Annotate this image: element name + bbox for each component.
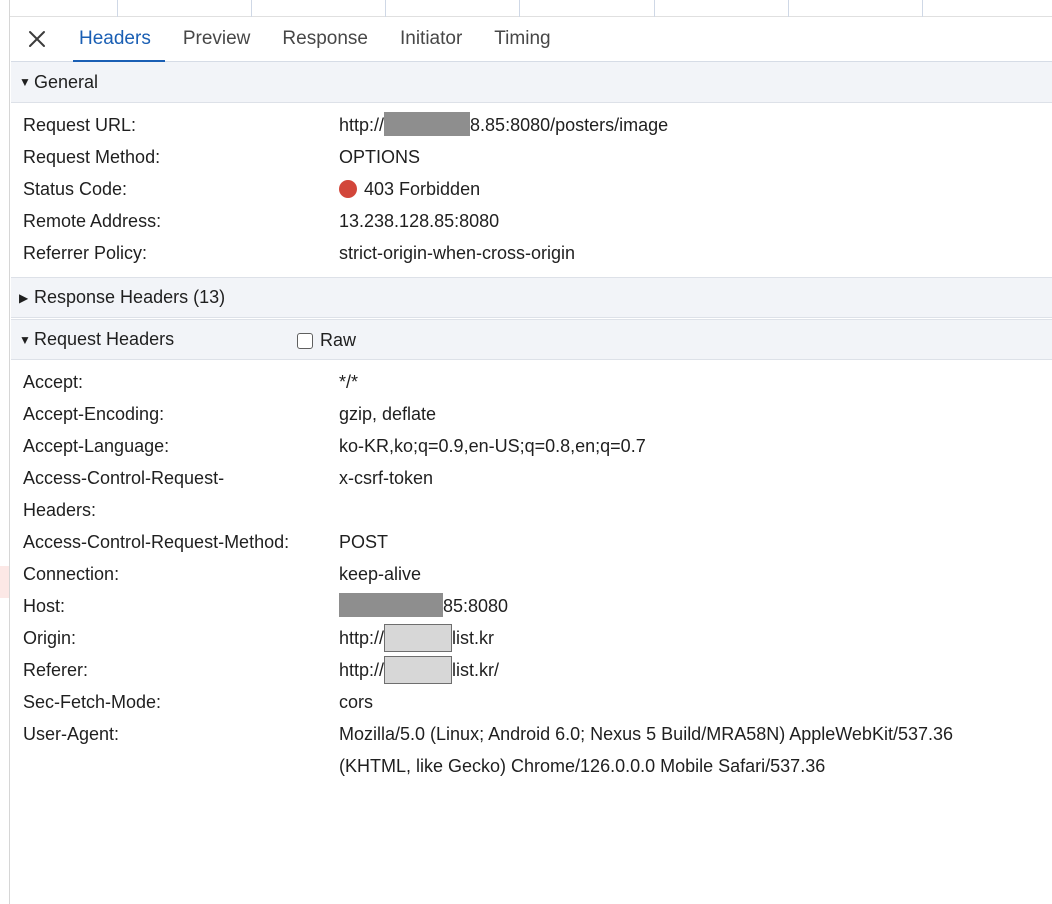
header-value: strict-origin-when-cross-origin xyxy=(339,243,576,263)
header-row-user-agent: User-Agent: Mozilla/5.0 (Linux; Android … xyxy=(11,718,1052,782)
header-key: User-Agent: xyxy=(23,724,120,744)
tab-response[interactable]: Response xyxy=(266,17,384,61)
header-key: Status Code: xyxy=(23,179,128,199)
section-title: Response Headers (13) xyxy=(34,287,226,307)
request-list-header xyxy=(10,0,1052,17)
tab-initiator[interactable]: Initiator xyxy=(384,17,478,61)
header-row-status-code: Status Code: 403 Forbidden xyxy=(11,173,1052,205)
header-value: keep-alive xyxy=(339,564,422,584)
column-divider xyxy=(385,0,386,17)
header-value: http:// list.kr/ xyxy=(339,654,959,686)
url-prefix: http:// xyxy=(339,660,385,680)
header-row-accept: Accept: */* xyxy=(11,366,1052,398)
header-key: Request URL: xyxy=(23,115,137,135)
left-gutter xyxy=(0,0,10,904)
header-value: ko-KR,ko;q=0.9,en-US;q=0.8,en;q=0.7 xyxy=(339,436,646,456)
header-row-acr-method: Access-Control-Request-Method: POST xyxy=(11,526,1052,558)
header-value: Mozilla/5.0 (Linux; Android 6.0; Nexus 5… xyxy=(339,724,954,776)
section-title: General xyxy=(34,71,99,92)
header-key: Referrer Policy: xyxy=(23,243,148,263)
header-row-request-url: Request URL: http:// 8.85:8080/posters/im… xyxy=(11,109,1052,141)
header-key: Referer: xyxy=(23,660,89,680)
raw-checkbox[interactable] xyxy=(297,332,313,349)
tab-timing[interactable]: Timing xyxy=(478,17,566,61)
url-prefix: http:// xyxy=(339,115,385,135)
header-key: Access-Control-Request-Method: xyxy=(23,532,290,552)
gutter-highlight xyxy=(0,566,9,598)
header-key: Origin: xyxy=(23,628,77,648)
triangle-down-icon: ▼ xyxy=(19,75,31,89)
header-value: 85:8080 xyxy=(339,590,959,622)
url-prefix: http:// xyxy=(339,628,385,648)
header-row-acr-headers: Access-Control-Request-Headers: x-csrf-t… xyxy=(11,462,1052,526)
headers-panel: Headers Preview Response Initiator Timin… xyxy=(11,17,1052,904)
column-divider xyxy=(788,0,789,17)
section-title: Request Headers xyxy=(34,329,175,349)
header-value: http:// 8.85:8080/posters/image xyxy=(339,109,959,141)
header-value: OPTIONS xyxy=(339,147,421,167)
header-row-referer: Referer: http:// list.kr/ xyxy=(11,654,1052,686)
triangle-down-icon: ▼ xyxy=(19,332,31,347)
url-suffix: list.kr xyxy=(452,628,495,648)
redaction-block xyxy=(384,112,471,136)
column-divider xyxy=(654,0,655,17)
header-key: Accept: xyxy=(23,372,84,392)
header-row-origin: Origin: http:// list.kr xyxy=(11,622,1052,654)
section-response-headers-header[interactable]: ▶ Response Headers (13) xyxy=(11,277,1052,318)
triangle-right-icon: ▶ xyxy=(19,290,29,305)
column-divider xyxy=(117,0,118,17)
header-key: Request Method: xyxy=(23,147,161,167)
host-suffix: 85:8080 xyxy=(443,596,509,616)
tab-preview[interactable]: Preview xyxy=(167,17,267,61)
status-error-icon xyxy=(339,180,357,198)
raw-label: Raw xyxy=(320,330,357,350)
header-key: Accept-Encoding: xyxy=(23,404,165,424)
close-icon xyxy=(29,31,45,47)
header-key: Accept-Language: xyxy=(23,436,170,456)
url-suffix: list.kr/ xyxy=(452,660,500,680)
request-header-rows: Accept: */* Accept-Encoding: gzip, defla… xyxy=(11,360,1052,790)
general-rows: Request URL: http:// 8.85:8080/posters/im… xyxy=(11,103,1052,277)
header-value: x-csrf-token xyxy=(339,468,434,488)
url-suffix: 8.85:8080/posters/image xyxy=(470,115,669,135)
header-value: http:// list.kr xyxy=(339,622,959,654)
section-request-headers-header[interactable]: ▼ Request Headers Raw xyxy=(11,319,1052,360)
header-row-accept-language: Accept-Language: ko-KR,ko;q=0.9,en-US;q=… xyxy=(11,430,1052,462)
tab-bar: Headers Preview Response Initiator Timin… xyxy=(11,17,1052,62)
header-row-host: Host: 85:8080 xyxy=(11,590,1052,622)
column-divider xyxy=(251,0,252,17)
close-button[interactable] xyxy=(11,17,63,61)
header-row-connection: Connection: keep-alive xyxy=(11,558,1052,590)
header-value: gzip, deflate xyxy=(339,404,437,424)
header-row-sec-fetch-mode: Sec-Fetch-Mode: cors xyxy=(11,686,1052,718)
column-divider xyxy=(519,0,520,17)
header-value: POST xyxy=(339,532,389,552)
section-general-header[interactable]: ▼ General xyxy=(11,62,1052,103)
column-divider xyxy=(922,0,923,17)
header-value: */* xyxy=(339,372,359,392)
header-row-accept-encoding: Accept-Encoding: gzip, deflate xyxy=(11,398,1052,430)
header-key: Sec-Fetch-Mode: xyxy=(23,692,162,712)
header-value: cors xyxy=(339,692,374,712)
header-key: Host: xyxy=(23,596,66,616)
header-key: Remote Address: xyxy=(23,211,162,231)
status-text: 403 Forbidden xyxy=(364,179,481,199)
header-key: Connection: xyxy=(23,564,120,584)
header-row-remote-address: Remote Address: 13.238.128.85:8080 xyxy=(11,205,1052,237)
redaction-block xyxy=(384,624,453,652)
header-value: 13.238.128.85:8080 xyxy=(339,211,500,231)
tab-headers[interactable]: Headers xyxy=(63,17,167,62)
header-row-referrer-policy: Referrer Policy: strict-origin-when-cros… xyxy=(11,237,1052,269)
redaction-block xyxy=(384,656,453,684)
header-row-request-method: Request Method: OPTIONS xyxy=(11,141,1052,173)
header-key: Access-Control-Request-Headers: xyxy=(23,468,225,520)
raw-toggle[interactable]: Raw xyxy=(297,320,356,361)
header-value: 403 Forbidden xyxy=(339,173,959,205)
redaction-block xyxy=(339,593,443,617)
